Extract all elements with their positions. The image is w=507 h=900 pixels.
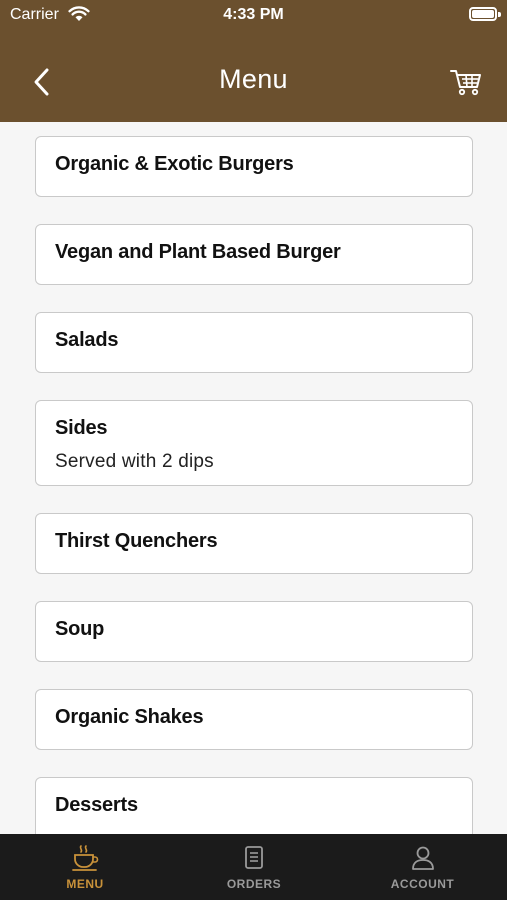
- category-title: Organic & Exotic Burgers: [55, 153, 294, 175]
- tab-label: ORDERS: [226, 877, 282, 891]
- status-time: 4:33 PM: [223, 6, 284, 23]
- tab-menu[interactable]: MENU: [0, 834, 170, 900]
- tab-account[interactable]: ACCOUNT: [338, 834, 507, 900]
- category-title: Desserts: [55, 794, 138, 816]
- category-title: Salads: [55, 329, 119, 351]
- status-bar: Carrier 4:33 PM: [0, 0, 507, 30]
- menu-category-salads[interactable]: Salads: [35, 312, 473, 373]
- coffee-cup-icon: [72, 845, 99, 871]
- category-subtitle: Served with 2 dips: [55, 451, 214, 472]
- receipt-icon: [245, 846, 263, 869]
- menu-category-desserts[interactable]: Desserts: [35, 777, 473, 834]
- app-header: Carrier 4:33 PM Menu: [0, 0, 507, 122]
- menu-category-thirst-quenchers[interactable]: Thirst Quenchers: [35, 513, 473, 574]
- person-icon: [411, 846, 434, 870]
- category-title: Thirst Quenchers: [55, 530, 218, 552]
- tab-label: ACCOUNT: [390, 877, 455, 891]
- menu-category-organic-exotic-burgers[interactable]: Organic & Exotic Burgers: [35, 136, 473, 197]
- battery-icon: [469, 7, 497, 21]
- battery-tip: [498, 12, 501, 17]
- category-title: Sides: [55, 417, 108, 439]
- category-title: Soup: [55, 618, 105, 640]
- menu-category-organic-shakes[interactable]: Organic Shakes: [35, 689, 473, 750]
- tab-label: MENU: [66, 877, 104, 891]
- menu-category-sides[interactable]: Sides Served with 2 dips: [35, 400, 473, 486]
- menu-category-vegan-burger[interactable]: Vegan and Plant Based Burger: [35, 224, 473, 285]
- tab-orders[interactable]: ORDERS: [170, 834, 338, 900]
- page-title: Menu: [219, 64, 288, 94]
- menu-list[interactable]: Organic & Exotic Burgers Vegan and Plant…: [0, 122, 507, 834]
- tab-bar: MENU ORDERS ACCOUNT: [0, 834, 507, 900]
- menu-category-soup[interactable]: Soup: [35, 601, 473, 662]
- category-title: Organic Shakes: [55, 706, 204, 728]
- category-title: Vegan and Plant Based Burger: [55, 241, 341, 263]
- cart-icon[interactable]: [449, 66, 483, 98]
